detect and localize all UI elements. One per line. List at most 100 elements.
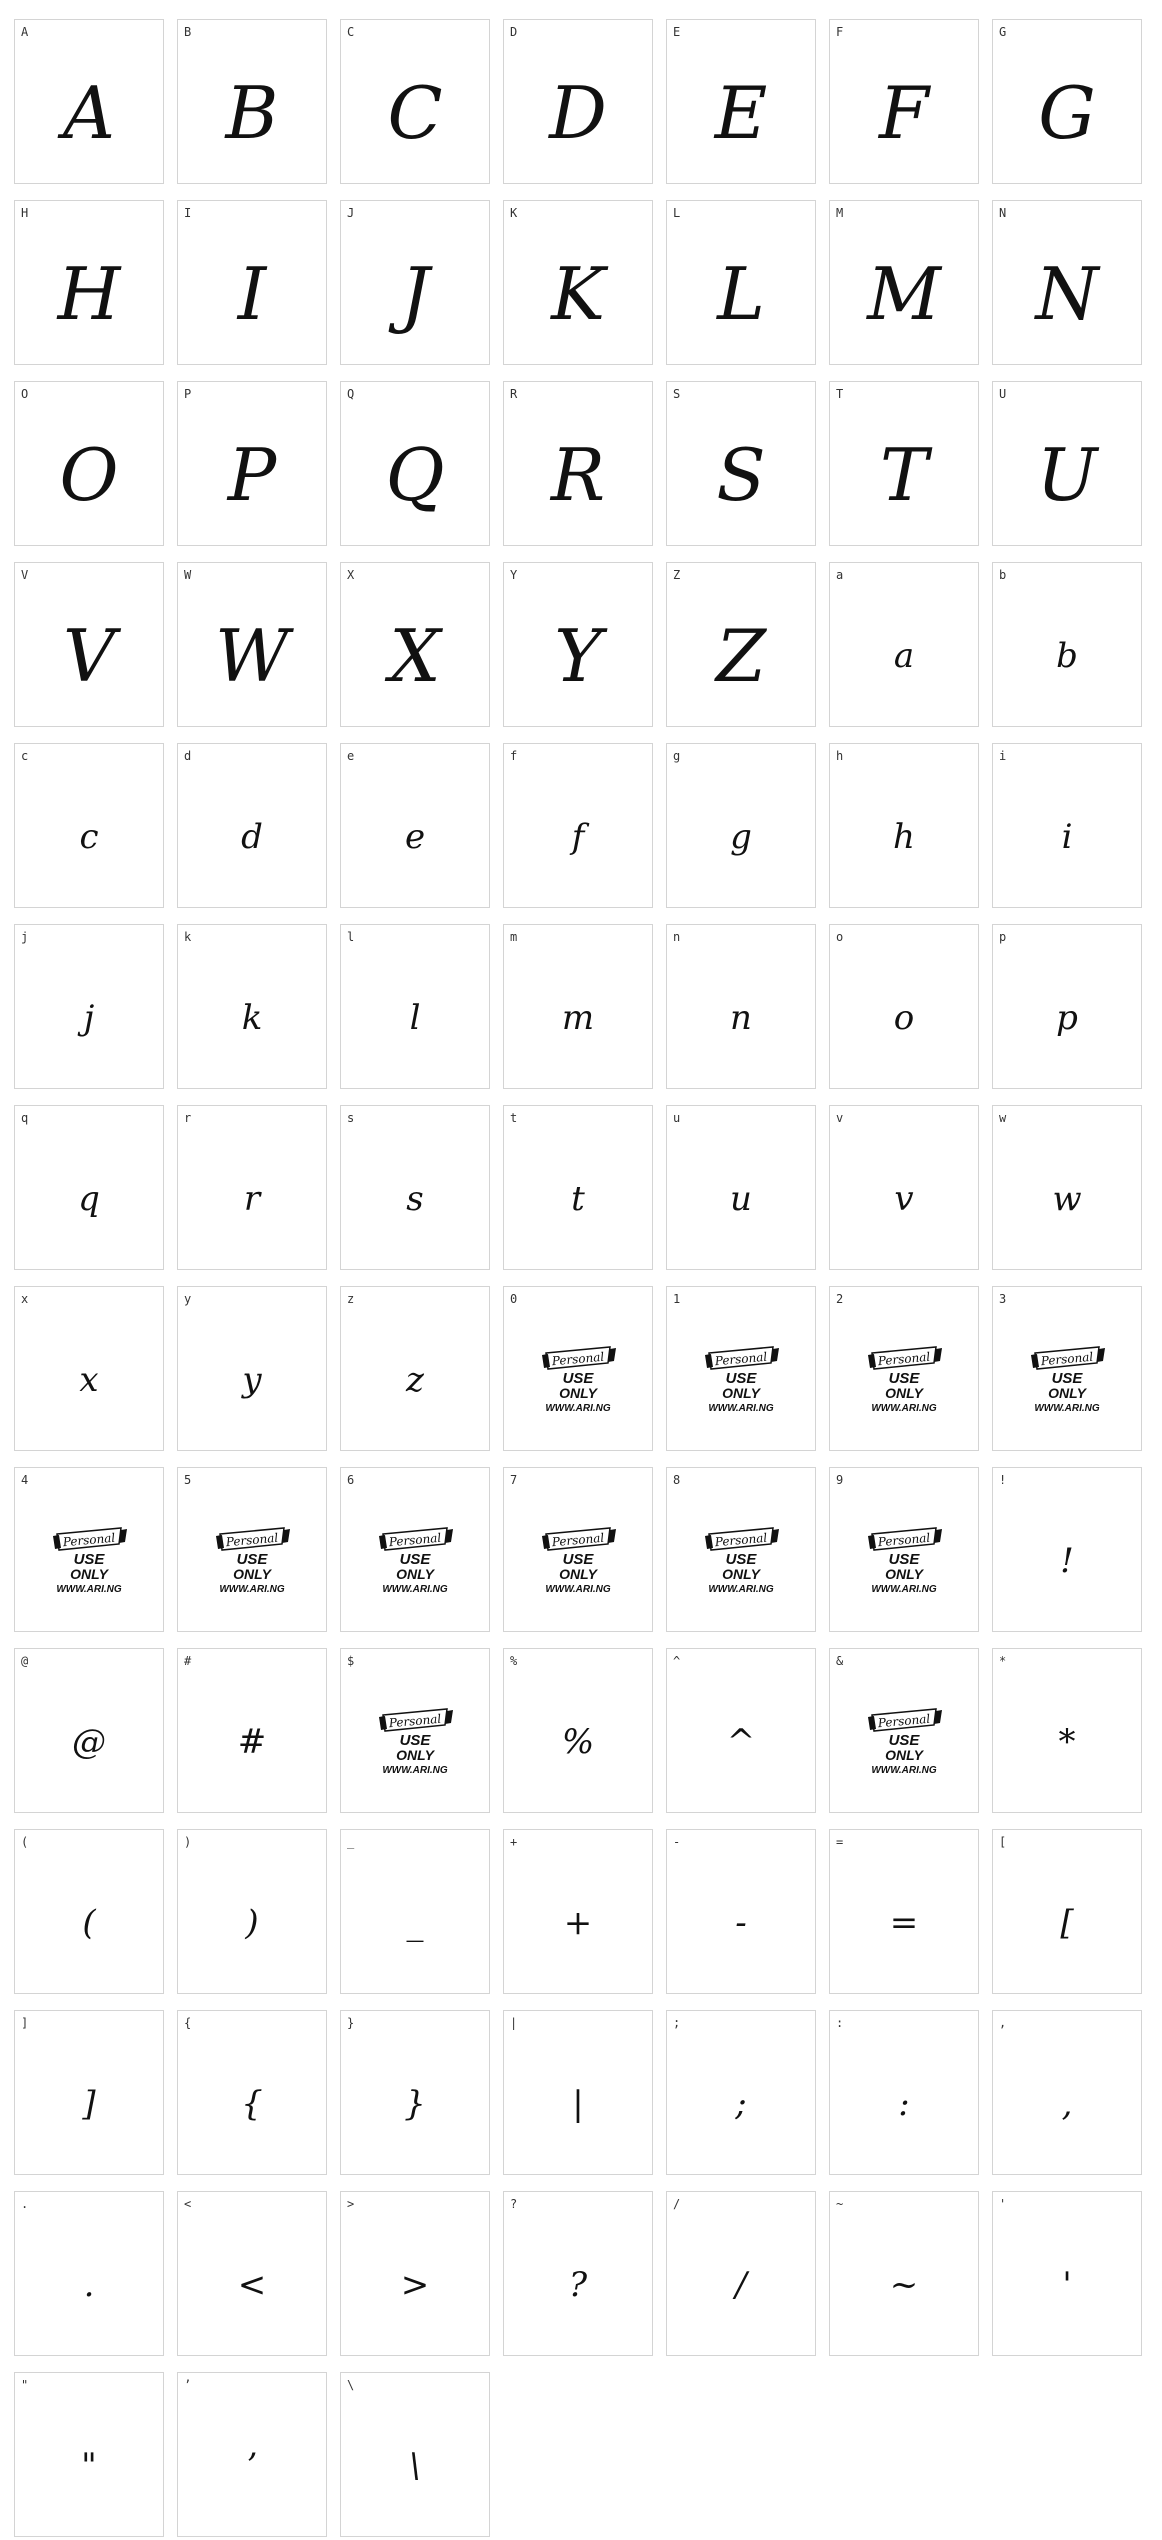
- glyph-label: v: [836, 1111, 844, 1125]
- glyph-cell: nn: [666, 924, 816, 1089]
- glyph-preview: z: [406, 1359, 424, 1400]
- glyph-preview: ’: [246, 2445, 258, 2486]
- personal-use-badge-icon: Personal USE ONLY WWW.ARI.NG: [868, 1707, 942, 1776]
- glyph-cell: bb: [992, 562, 1142, 727]
- personal-use-badge-icon: Personal USE ONLY WWW.ARI.NG: [53, 1526, 127, 1595]
- glyph-preview: %: [561, 1721, 595, 1762]
- glyph-cell: FF: [829, 19, 979, 184]
- svg-text:WWW.ARI.NG: WWW.ARI.NG: [871, 1765, 937, 1776]
- glyph-cell: ee: [340, 743, 490, 908]
- glyph-label: %: [510, 1654, 518, 1668]
- glyph-cell: --: [666, 1829, 816, 1994]
- glyph-cell: YY: [503, 562, 653, 727]
- glyph-preview: .: [83, 2264, 95, 2305]
- glyph-cell: MM: [829, 200, 979, 365]
- svg-text:WWW.ARI.NG: WWW.ARI.NG: [1034, 1403, 1100, 1414]
- glyph-preview: h: [893, 816, 915, 857]
- glyph-cell: WW: [177, 562, 327, 727]
- glyph-label: :: [836, 2016, 844, 2030]
- glyph-label: O: [21, 387, 29, 401]
- svg-text:WWW.ARI.NG: WWW.ARI.NG: [545, 1584, 611, 1595]
- glyph-preview: a: [893, 635, 915, 676]
- personal-use-badge-icon: Personal USE ONLY WWW.ARI.NG: [705, 1526, 779, 1595]
- glyph-cell: NN: [992, 200, 1142, 365]
- glyph-preview: p: [1056, 997, 1078, 1038]
- glyph-cell: oo: [829, 924, 979, 1089]
- glyph-preview: m: [561, 997, 595, 1038]
- glyph-label: ,: [999, 2016, 1007, 2030]
- glyph-preview: c: [79, 816, 99, 857]
- glyph-label: s: [347, 1111, 355, 1125]
- glyph-preview: r: [243, 1178, 261, 1219]
- glyph-cell: hh: [829, 743, 979, 908]
- glyph-label: n: [673, 930, 681, 944]
- glyph-preview: :: [898, 2083, 910, 2124]
- glyph-cell: * *: [992, 1648, 1142, 1813]
- glyph-cell: dd: [177, 743, 327, 908]
- glyph-cell: ((: [14, 1829, 164, 1994]
- glyph-preview: T: [879, 432, 929, 517]
- svg-text:ONLY: ONLY: [70, 1566, 110, 1582]
- glyph-cell: GG: [992, 19, 1142, 184]
- glyph-label: 7: [510, 1473, 518, 1487]
- glyph-preview: t: [571, 1178, 585, 1219]
- glyph-cell: EE: [666, 19, 816, 184]
- svg-text:WWW.ARI.NG: WWW.ARI.NG: [56, 1584, 122, 1595]
- svg-text:WWW.ARI.NG: WWW.ARI.NG: [708, 1403, 774, 1414]
- glyph-label: p: [999, 930, 1007, 944]
- glyph-cell: VV: [14, 562, 164, 727]
- glyph-cell: 0 Personal USE ONLY WWW.ARI.NG: [503, 1286, 653, 1451]
- glyph-cell: yy: [177, 1286, 327, 1451]
- glyph-label: B: [184, 25, 192, 39]
- glyph-cell: cc: [14, 743, 164, 908]
- glyph-preview: b: [1056, 635, 1078, 676]
- glyph-label: {: [184, 2016, 192, 2030]
- glyph-preview: @: [72, 1721, 106, 1762]
- glyph-label: y: [184, 1292, 192, 1306]
- glyph-cell: ww: [992, 1105, 1142, 1270]
- glyph-cell: ’’: [177, 2372, 327, 2537]
- glyph-cell: kk: [177, 924, 327, 1089]
- glyph-label: 2: [836, 1292, 844, 1306]
- glyph-preview-badge: Personal USE ONLY WWW.ARI.NG: [504, 1490, 652, 1631]
- glyph-cell: 4 Personal USE ONLY WWW.ARI.NG: [14, 1467, 164, 1632]
- glyph-preview: L: [717, 251, 765, 336]
- glyph-label: =: [836, 1835, 844, 1849]
- glyph-cell: $ Personal USE ONLY WWW.ARI.NG: [340, 1648, 490, 1813]
- svg-text:ONLY: ONLY: [396, 1747, 436, 1763]
- glyph-cell: < <: [177, 2191, 327, 2356]
- glyph-label: x: [21, 1292, 29, 1306]
- glyph-cell: + +: [503, 1829, 653, 1994]
- glyph-preview: +: [563, 1902, 593, 1943]
- glyph-cell: II: [177, 200, 327, 365]
- glyph-preview: B: [225, 70, 279, 155]
- glyph-preview: E: [714, 70, 768, 155]
- glyph-label: q: [21, 1111, 29, 1125]
- glyph-preview: S: [716, 432, 766, 517]
- glyph-label: |: [510, 2016, 518, 2030]
- glyph-preview: W: [214, 613, 289, 698]
- glyph-label: 8: [673, 1473, 681, 1487]
- glyph-preview: k: [241, 997, 263, 1038]
- glyph-preview-badge: Personal USE ONLY WWW.ARI.NG: [667, 1309, 815, 1450]
- glyph-preview: [: [1060, 1902, 1074, 1943]
- glyph-label: [: [999, 1835, 1007, 1849]
- glyph-label: /: [673, 2197, 681, 2211]
- glyph-preview: u: [730, 1178, 752, 1219]
- svg-text:WWW.ARI.NG: WWW.ARI.NG: [708, 1584, 774, 1595]
- glyph-preview: ": [81, 2445, 97, 2486]
- glyph-cell: vv: [829, 1105, 979, 1270]
- glyph-preview: l: [409, 997, 421, 1038]
- glyph-label: z: [347, 1292, 355, 1306]
- glyph-label: 9: [836, 1473, 844, 1487]
- glyph-label: ’: [184, 2378, 192, 2392]
- glyph-preview: R: [550, 432, 606, 517]
- glyph-label: F: [836, 25, 844, 39]
- glyph-cell: 7 Personal USE ONLY WWW.ARI.NG: [503, 1467, 653, 1632]
- svg-text:ONLY: ONLY: [396, 1566, 436, 1582]
- glyph-cell: uu: [666, 1105, 816, 1270]
- glyph-label: +: [510, 1835, 518, 1849]
- glyph-preview: n: [730, 997, 752, 1038]
- glyph-preview: U: [1036, 432, 1098, 517]
- glyph-label: 3: [999, 1292, 1007, 1306]
